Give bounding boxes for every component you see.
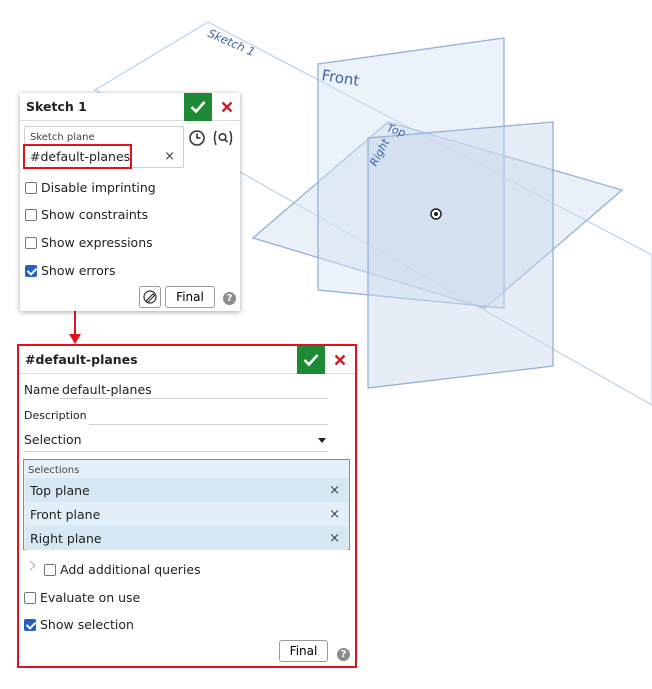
disable-imprinting-option[interactable]: Disable imprinting	[25, 180, 156, 195]
help-icon[interactable]: ?	[223, 292, 236, 305]
sketch-dialog-header: Sketch 1	[20, 93, 240, 121]
show-constraints-option[interactable]: Show constraints	[25, 207, 148, 222]
clear-icon[interactable]: ×	[164, 149, 175, 164]
sketch-dialog-title: Sketch 1	[26, 99, 87, 114]
history-icon[interactable]	[188, 129, 206, 147]
show-expressions-checkbox[interactable]	[25, 236, 37, 249]
sketch-tool-button[interactable]	[139, 286, 161, 308]
right-plane[interactable]	[367, 121, 554, 389]
highlight-box	[23, 144, 132, 169]
show-errors-label: Show errors	[41, 263, 116, 278]
highlight-box	[17, 344, 357, 668]
cancel-button[interactable]	[216, 93, 238, 121]
final-button[interactable]: Final	[165, 286, 215, 308]
sketch-plane-label: Sketch 1	[206, 26, 258, 59]
show-expressions-label: Show expressions	[41, 235, 153, 250]
show-constraints-label: Show constraints	[41, 207, 149, 222]
accept-button[interactable]	[184, 93, 212, 121]
show-expressions-option[interactable]: Show expressions	[25, 235, 153, 250]
show-errors-checkbox[interactable]	[25, 264, 37, 277]
check-icon	[190, 101, 206, 114]
sketch-plane-label: Sketch plane	[30, 132, 95, 143]
query-search-icon[interactable]	[212, 129, 234, 147]
show-errors-option[interactable]: Show errors	[25, 263, 115, 278]
sketch-dialog: Sketch 1 Sketch plane #default-planes × …	[20, 93, 240, 311]
disable-imprinting-checkbox[interactable]	[25, 181, 37, 194]
close-icon	[221, 101, 233, 113]
origin-point[interactable]	[430, 208, 442, 220]
disable-imprinting-label: Disable imprinting	[41, 180, 156, 195]
sketch-pencil-icon	[143, 290, 157, 304]
show-constraints-checkbox[interactable]	[25, 208, 37, 221]
